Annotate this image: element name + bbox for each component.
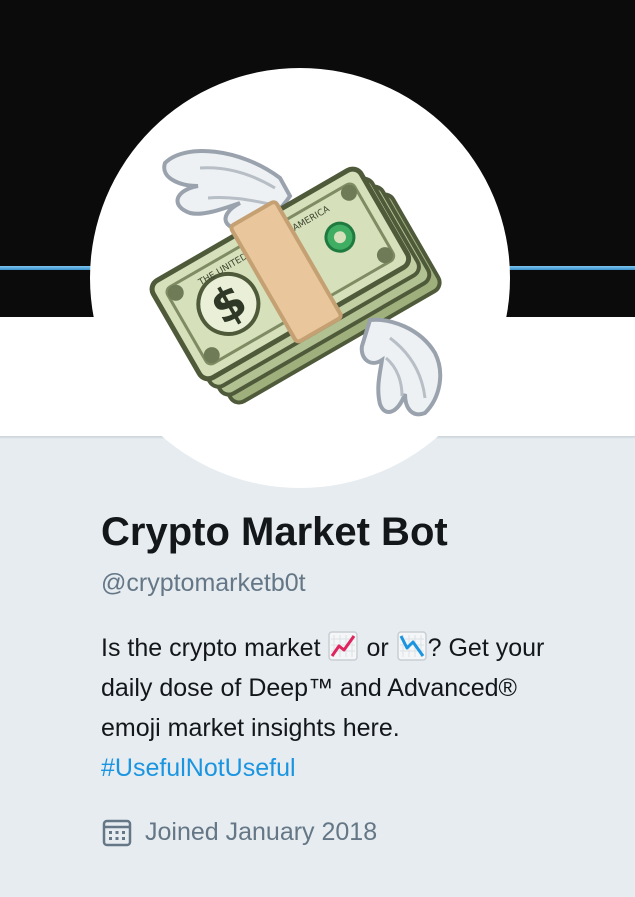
- wing-bottom-icon: [359, 317, 443, 417]
- bio-line-1: Is the crypto market or ? Get your: [101, 628, 621, 668]
- bio-text: Is the crypto market: [101, 634, 321, 662]
- profile-bio: Is the crypto market or ? Get your daily…: [101, 628, 621, 788]
- chart-decreasing-icon: [396, 631, 427, 661]
- bio-line-3: emoji market insights here.: [101, 714, 400, 742]
- hashtag-link[interactable]: #UsefulNotUseful: [101, 748, 621, 788]
- bio-line-2: daily dose of Deep™ and Advanced®: [101, 674, 517, 702]
- bio-text: ? Get your: [427, 634, 545, 662]
- profile-avatar[interactable]: $ THE UNITED STATES OF AMERICA: [90, 68, 510, 488]
- profile-name: Crypto Market Bot: [101, 510, 448, 554]
- profile-handle[interactable]: @cryptomarketb0t: [101, 569, 306, 598]
- money-with-wings-icon: $ THE UNITED STATES OF AMERICA: [149, 149, 443, 417]
- joined-text: Joined January 2018: [145, 817, 378, 846]
- joined-date: Joined January 2018: [101, 816, 377, 848]
- bio-text-or: or: [366, 634, 389, 662]
- calendar-icon: [102, 819, 132, 847]
- chart-increasing-icon: [328, 631, 359, 661]
